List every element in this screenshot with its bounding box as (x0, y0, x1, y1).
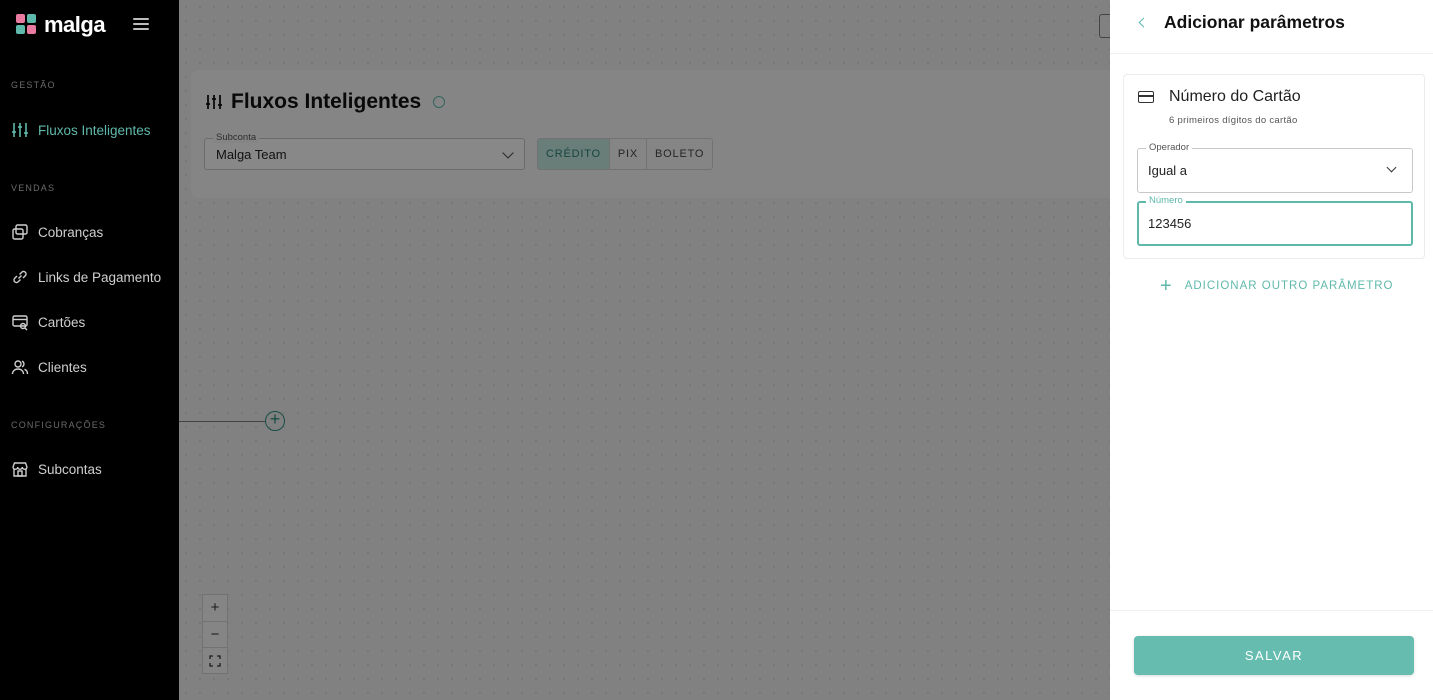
link-icon (13, 270, 27, 284)
charges-icon (12, 224, 28, 240)
sidebar-item-label: Cartões (38, 314, 86, 330)
section-title-gestao: GESTÃO (11, 80, 56, 90)
menu-toggle-icon[interactable] (133, 14, 153, 34)
operator-select[interactable]: Operador Igual a (1137, 142, 1413, 193)
logo[interactable]: malga (16, 12, 106, 38)
number-label: Número (1146, 195, 1186, 206)
drawer-footer: SALVAR (1110, 610, 1433, 700)
number-field[interactable]: Número 123456 (1137, 195, 1413, 246)
sidebar-item-fluxos-inteligentes[interactable]: Fluxos Inteligentes (11, 121, 151, 139)
malga-logo-icon (16, 14, 38, 36)
number-value[interactable]: 123456 (1148, 216, 1191, 231)
store-icon (12, 462, 28, 477)
credit-card-icon (1138, 91, 1154, 103)
parameters-drawer: Adicionar parâmetros Número do Cartão 6 … (1110, 0, 1433, 700)
sidebar-item-label: Fluxos Inteligentes (38, 122, 151, 138)
sidebar-item-label: Clientes (38, 359, 87, 375)
operator-value: Igual a (1148, 163, 1188, 178)
sidebar-item-cobrancas[interactable]: Cobranças (11, 223, 103, 241)
users-icon (11, 360, 29, 375)
drawer-header: Adicionar parâmetros (1110, 0, 1433, 54)
logo-text: malga (44, 12, 106, 37)
sidebar-item-links-de-pagamento[interactable]: Links de Pagamento (11, 268, 161, 286)
sidebar-item-subcontas[interactable]: Subcontas (11, 460, 102, 478)
add-parameter-label: ADICIONAR OUTRO PARÂMETRO (1184, 280, 1394, 292)
parameter-title: Número do Cartão (1169, 88, 1301, 105)
operator-label: Operador (1146, 142, 1193, 153)
sidebar-item-label: Links de Pagamento (38, 269, 162, 285)
drawer-title: Adicionar parâmetros (1164, 12, 1345, 32)
parameter-subtitle: 6 primeiros dígitos do cartão (1169, 115, 1298, 126)
parameter-card: Número do Cartão 6 primeiros dígitos do … (1123, 74, 1425, 259)
card-search-icon (12, 315, 28, 331)
chevron-down-icon (1386, 162, 1397, 173)
save-button[interactable]: SALVAR (1134, 636, 1414, 675)
section-title-vendas: VENDAS (11, 183, 56, 193)
back-arrow-icon[interactable] (1136, 15, 1150, 29)
sidebar: malga GESTÃO Fluxos Inteligentes VENDAS … (0, 0, 179, 700)
modal-backdrop[interactable] (179, 0, 1110, 700)
sidebar-item-clientes[interactable]: Clientes (11, 358, 87, 376)
sidebar-item-cartoes[interactable]: Cartões (11, 313, 85, 331)
sidebar-item-label: Subcontas (38, 461, 102, 477)
section-title-configuracoes: CONFIGURAÇÕES (11, 420, 107, 430)
add-parameter-button[interactable]: + ADICIONAR OUTRO PARÂMETRO (1160, 275, 1394, 297)
sliders-icon (12, 123, 28, 137)
sidebar-item-label: Cobranças (38, 224, 104, 240)
plus-icon: + (1160, 275, 1173, 297)
